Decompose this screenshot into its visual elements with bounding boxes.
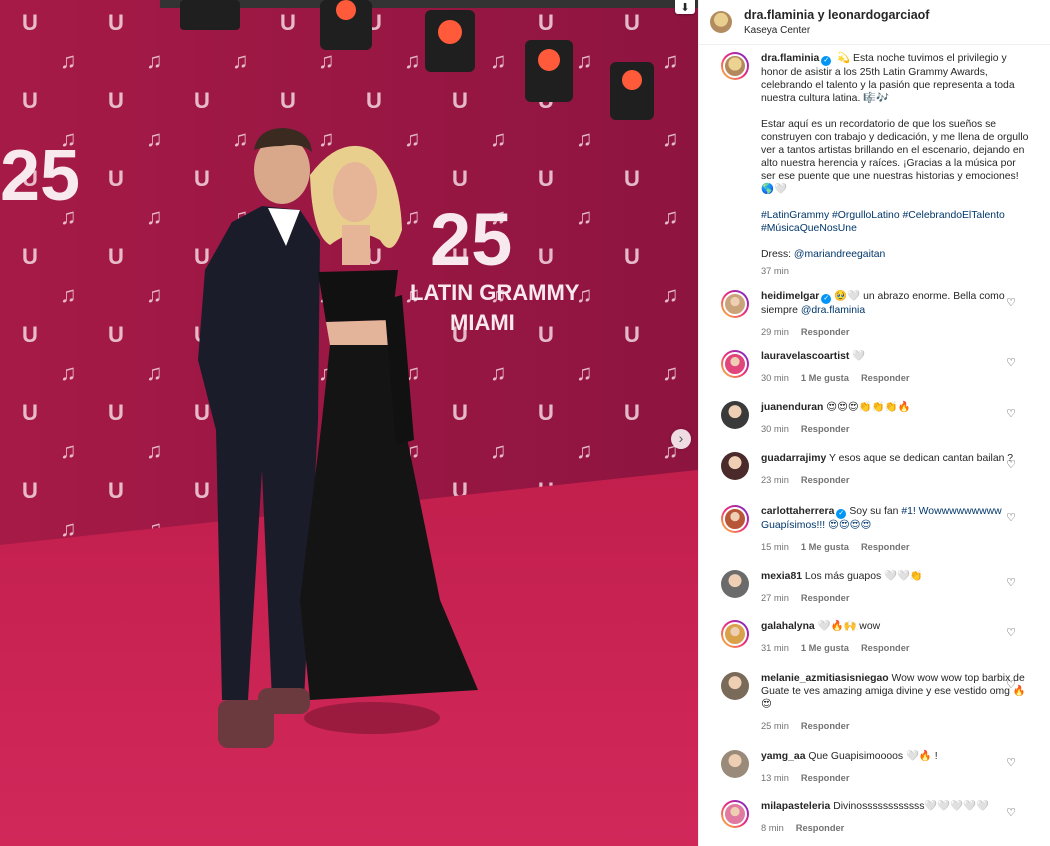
comment-item: carlottaherrera ✓ Soy su fan #1! Wowwwwwww… (721, 505, 1026, 554)
comment-avatar[interactable] (721, 452, 749, 480)
like-heart-icon[interactable]: ♡ (1006, 576, 1016, 589)
comment-time: 13 min (761, 773, 789, 783)
comment-text: Soy su fan (849, 506, 902, 517)
comment-text: Y esos aque se dedican cantan bailan ? (828, 453, 1014, 464)
comment-mention[interactable]: @dra.flaminia (801, 305, 865, 316)
post-header: dra.flaminia y leonardogarciaof Kaseya C… (699, 0, 1050, 45)
comment-item: juanenduran 😍😍😍👏👏👏🔥 30 min Responder ♡ (721, 401, 1026, 436)
comment-item: lauravelascoartist 🤍 30 min 1 Me gusta Resp… (721, 350, 1026, 385)
comment-text: 🤍 (852, 351, 866, 362)
comment-username[interactable]: milapasteleria (761, 801, 830, 812)
comment-item: mexia81 Los más guapos 🤍🤍👏 27 min Responde… (721, 570, 1026, 605)
comment-time: 30 min (761, 424, 789, 434)
comment-item: milapasteleria Divinossssssssssss🤍🤍🤍🤍🤍 8 … (721, 800, 1026, 835)
comment-username[interactable]: melanie_azmitiasisniegao (761, 673, 889, 684)
comment-likes-count[interactable]: 1 Me gusta (801, 373, 849, 383)
comment-item: heidimelgar ✓ 🥹🤍 un abrazo enorme. Bella c… (721, 290, 1026, 339)
comment-avatar[interactable] (721, 350, 749, 378)
like-heart-icon[interactable]: ♡ (1006, 407, 1016, 420)
comment-text: Divinossssssssssss🤍🤍🤍🤍🤍 (833, 801, 990, 812)
comment-item: melanie_azmitiasisniegao Wow wow wow top… (721, 672, 1026, 733)
comment-username[interactable]: mexia81 (761, 571, 802, 582)
comment-reply-button[interactable]: Responder (801, 721, 850, 731)
comment-username[interactable]: guadarrajimy (761, 453, 826, 464)
comment-reply-button[interactable]: Responder (861, 643, 910, 653)
comment-time: 15 min (761, 542, 789, 552)
caption-hashtags[interactable]: #LatinGrammy #OrgulloLatino #CelebrandoE… (761, 209, 1031, 235)
comment-reply-button[interactable]: Responder (801, 424, 850, 434)
comment-avatar[interactable] (721, 570, 749, 598)
comment-username[interactable]: juanenduran (761, 402, 823, 413)
banner-city: MIAMI (450, 310, 515, 335)
comment-item: guadarrajimy Y esos aque se dedican cant… (721, 452, 1026, 487)
comment-time: 8 min (761, 823, 784, 833)
banner-number: 25 (430, 198, 512, 281)
header-avatar[interactable] (710, 11, 732, 33)
like-heart-icon[interactable]: ♡ (1006, 296, 1016, 309)
caption-avatar[interactable] (721, 52, 749, 80)
comment-reply-button[interactable]: Responder (861, 373, 910, 383)
like-heart-icon[interactable]: ♡ (1006, 678, 1016, 691)
caption-time: 37 min (761, 266, 789, 276)
comment-text: Los más guapos 🤍🤍👏 (804, 571, 923, 582)
comment-likes-count[interactable]: 1 Me gusta (801, 643, 849, 653)
comment-reply-button[interactable]: Responder (801, 327, 850, 337)
comment-avatar[interactable] (721, 672, 749, 700)
comment-avatar[interactable] (721, 800, 749, 828)
dress-mention-link[interactable]: @mariandreegaitan (794, 249, 885, 260)
comment-reply-button[interactable]: Responder (796, 823, 845, 833)
comment-username[interactable]: lauravelascoartist (761, 351, 849, 362)
download-icon[interactable]: ⬇ (675, 0, 695, 14)
like-heart-icon[interactable]: ♡ (1006, 458, 1016, 471)
like-heart-icon[interactable]: ♡ (1006, 756, 1016, 769)
header-username[interactable]: dra.flaminia y leonardogarciaof (744, 8, 929, 22)
like-heart-icon[interactable]: ♡ (1006, 511, 1016, 524)
post-photo[interactable]: U ♫ 25 25 LATIN GRAMMY MIAMI (0, 0, 698, 846)
comment-time: 29 min (761, 327, 789, 337)
comment-username[interactable]: yamg_aa (761, 751, 805, 762)
comment-reply-button[interactable]: Responder (861, 542, 910, 552)
comment-item: galahalyna 🤍🔥🙌 wow 31 min 1 Me gusta Respon… (721, 620, 1026, 655)
like-heart-icon[interactable]: ♡ (1006, 626, 1016, 639)
comment-time: 25 min (761, 721, 789, 731)
comment-reply-button[interactable]: Responder (801, 475, 850, 485)
comment-text: 😍😍😍👏👏👏🔥 (826, 402, 911, 413)
comment-likes-count[interactable]: 1 Me gusta (801, 542, 849, 552)
comment-text: 🤍🔥🙌 wow (817, 621, 881, 632)
caption-username[interactable]: dra.flaminia (761, 53, 819, 64)
comment-reply-button[interactable]: Responder (801, 593, 850, 603)
dress-label: Dress: (761, 249, 794, 260)
comment-username[interactable]: heidimelgar (761, 291, 819, 302)
banner-title: LATIN GRAMMY (410, 280, 580, 305)
header-location[interactable]: Kaseya Center (744, 25, 929, 36)
comment-text: Que Guapisimoooos 🤍🔥 ! (808, 751, 938, 762)
like-heart-icon[interactable]: ♡ (1006, 356, 1016, 369)
comment-time: 30 min (761, 373, 789, 383)
comment-username[interactable]: carlottaherrera (761, 506, 834, 517)
comment-time: 23 min (761, 475, 789, 485)
comment-avatar[interactable] (721, 750, 749, 778)
like-heart-icon[interactable]: ♡ (1006, 806, 1016, 819)
next-photo-button[interactable]: › (671, 429, 691, 449)
comment-time: 31 min (761, 643, 789, 653)
post-side-panel: dra.flaminia y leonardogarciaof Kaseya C… (698, 0, 1050, 846)
comment-avatar[interactable] (721, 505, 749, 533)
comment-time: 27 min (761, 593, 789, 603)
verified-badge-icon: ✓ (821, 56, 832, 66)
verified-badge-icon: ✓ (836, 509, 847, 519)
banner-number-left: 25 (0, 136, 80, 216)
post-caption: dra.flaminia ✓ 💫 Esta noche tuvimos el pr… (721, 52, 1041, 278)
comment-item: yamg_aa Que Guapisimoooos 🤍🔥 ! 13 min Resp… (721, 750, 1026, 785)
verified-badge-icon: ✓ (821, 294, 832, 304)
comment-username[interactable]: galahalyna (761, 621, 815, 632)
caption-paragraph-2: Estar aquí es un recordatorio de que los… (761, 119, 1029, 195)
comment-reply-button[interactable]: Responder (801, 773, 850, 783)
comment-avatar[interactable] (721, 401, 749, 429)
comment-avatar[interactable] (721, 290, 749, 318)
comment-avatar[interactable] (721, 620, 749, 648)
red-carpet-photo: U ♫ 25 25 LATIN GRAMMY MIAMI (0, 0, 698, 846)
